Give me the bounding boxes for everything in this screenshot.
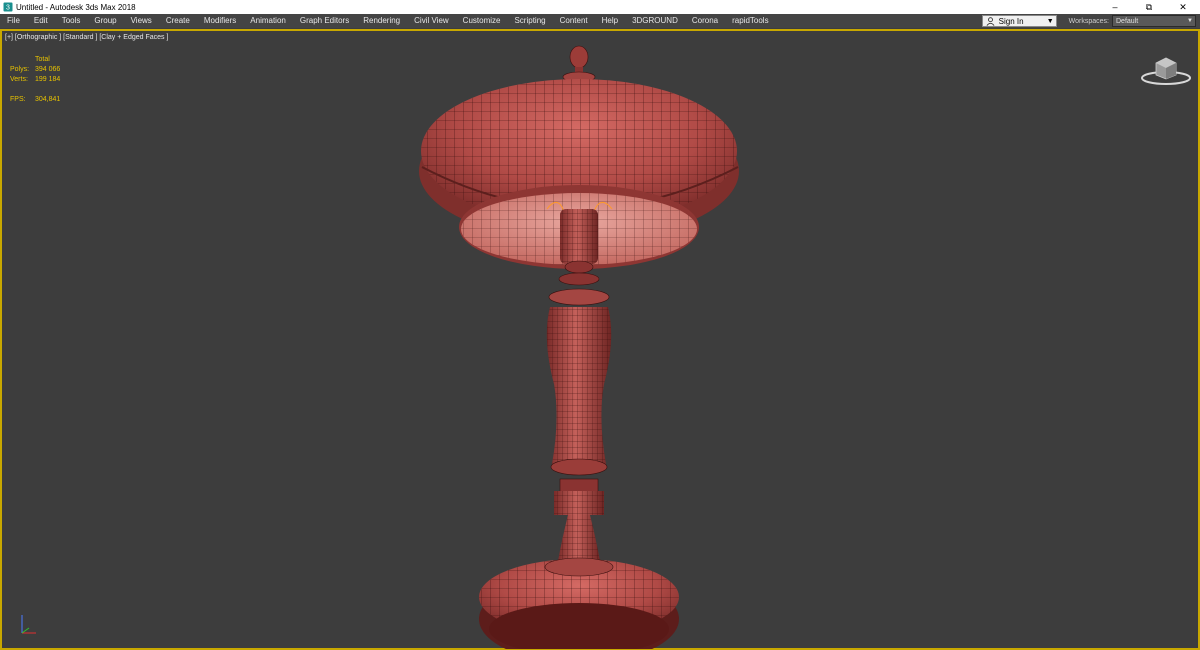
menu-create[interactable]: Create [159, 14, 197, 28]
viewport-statistics: Total Polys: 394 066 Verts: 199 184 FPS:… [10, 55, 60, 105]
restore-button[interactable]: ⧉ [1132, 0, 1166, 14]
chevron-down-icon: ▼ [1046, 17, 1054, 25]
polys-label: Polys: [10, 66, 30, 73]
sign-in-label: Sign In [998, 16, 1024, 26]
minimize-button[interactable]: – [1098, 0, 1132, 14]
chevron-down-icon: ▼ [1187, 18, 1193, 24]
fps-value: 304,841 [35, 96, 61, 103]
lamp-socket [560, 209, 598, 274]
menu-file[interactable]: File [0, 14, 27, 28]
axis-tripod-icon [21, 615, 36, 634]
verts-label: Verts: [10, 76, 28, 83]
menu-civil-view[interactable]: Civil View [407, 14, 456, 28]
menu-corona[interactable]: Corona [685, 14, 725, 28]
title-bar: 3 Untitled - Autodesk 3ds Max 2018 – ⧉ ✕ [0, 0, 1200, 14]
menu-3dground[interactable]: 3DGROUND [625, 14, 685, 28]
menu-scripting[interactable]: Scripting [507, 14, 552, 28]
stats-polys-row: Polys: 394 066 [10, 65, 60, 75]
stats-spacer [10, 85, 60, 95]
sign-in-dropdown[interactable]: Sign In ▼ [981, 15, 1057, 27]
lamp-collar [548, 272, 610, 306]
menu-rapidtools[interactable]: rapidTools [725, 14, 775, 28]
window-title: Untitled - Autodesk 3ds Max 2018 [16, 2, 136, 12]
menu-tools[interactable]: Tools [55, 14, 88, 28]
close-button[interactable]: ✕ [1166, 0, 1200, 14]
stats-verts-row: Verts: 199 184 [10, 75, 60, 85]
fps-label: FPS: [10, 96, 26, 103]
perspective-viewport[interactable]: [+] [Orthographic ] [Standard ] [Clay + … [0, 29, 1200, 650]
svg-text:3: 3 [6, 5, 10, 12]
menu-help[interactable]: Help [595, 14, 625, 28]
app-icon: 3 [3, 2, 13, 12]
stats-fps-row: FPS: 304,841 [10, 95, 60, 105]
viewcube-icon[interactable] [1138, 49, 1194, 89]
stats-header: Total [35, 56, 50, 63]
menu-views[interactable]: Views [124, 14, 159, 28]
menu-customize[interactable]: Customize [456, 14, 508, 28]
menu-group[interactable]: Group [87, 14, 123, 28]
menu-bar: File Edit Tools Group Views Create Modif… [0, 14, 1200, 28]
table-lamp-model[interactable] [382, 39, 782, 649]
workspaces-label: Workspaces: [1068, 17, 1109, 25]
menu-animation[interactable]: Animation [243, 14, 293, 28]
verts-value: 199 184 [35, 76, 61, 83]
lamp-base [479, 557, 679, 649]
menu-edit[interactable]: Edit [27, 14, 55, 28]
lamp-finial [562, 45, 596, 83]
workspaces-select[interactable]: Default ▼ [1112, 15, 1196, 27]
workspaces-value: Default [1116, 17, 1139, 25]
menu-rendering[interactable]: Rendering [356, 14, 407, 28]
menu-content[interactable]: Content [553, 14, 595, 28]
user-icon [986, 16, 995, 26]
lamp-stem [546, 307, 612, 476]
lamp-knuckle [554, 478, 604, 561]
viewport-label-menu[interactable]: [+] [Orthographic ] [Standard ] [Clay + … [5, 34, 168, 41]
polys-value: 394 066 [35, 66, 61, 73]
menu-modifiers[interactable]: Modifiers [197, 14, 243, 28]
menu-graph-editors[interactable]: Graph Editors [293, 14, 356, 28]
